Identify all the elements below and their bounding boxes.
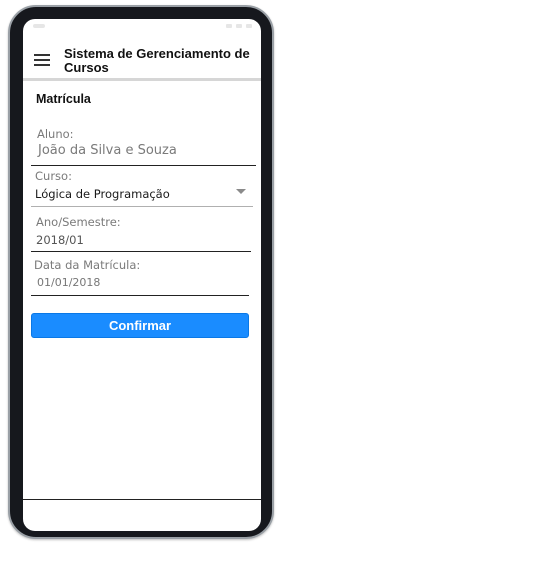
status-indicator — [33, 24, 45, 28]
status-indicator — [236, 24, 242, 28]
aluno-underline — [31, 165, 256, 166]
curso-underline — [31, 206, 253, 207]
hamburger-menu-icon[interactable] — [34, 54, 50, 66]
app-title: Sistema de Gerenciamento de Cursos — [64, 46, 250, 75]
data-matricula-label: Data da Matrícula: — [34, 258, 141, 272]
bottom-divider — [23, 499, 261, 500]
data-matricula-underline — [31, 295, 249, 296]
status-indicator — [226, 24, 232, 28]
ano-semestre-underline — [31, 251, 251, 252]
status-indicator — [246, 24, 252, 28]
data-matricula-value: 01/01/2018 — [37, 276, 101, 289]
phone-frame: Sistema de Gerenciamento de Cursos Matrí… — [8, 5, 274, 539]
status-bar — [23, 19, 261, 31]
confirm-button[interactable]: Confirmar — [31, 313, 249, 338]
dropdown-arrow-icon[interactable] — [236, 189, 246, 194]
section-title: Matrícula — [36, 92, 91, 106]
curso-value: Lógica de Programação — [35, 187, 170, 201]
aluno-value: João da Silva e Souza — [38, 143, 177, 158]
aluno-label: Aluno: — [37, 127, 74, 141]
ano-semestre-label: Ano/Semestre: — [36, 215, 121, 229]
phone-screen: Sistema de Gerenciamento de Cursos Matrí… — [23, 19, 261, 531]
ano-semestre-value: 2018/01 — [36, 233, 84, 247]
app-header: Sistema de Gerenciamento de Cursos — [23, 31, 261, 81]
curso-label: Curso: — [35, 169, 72, 183]
